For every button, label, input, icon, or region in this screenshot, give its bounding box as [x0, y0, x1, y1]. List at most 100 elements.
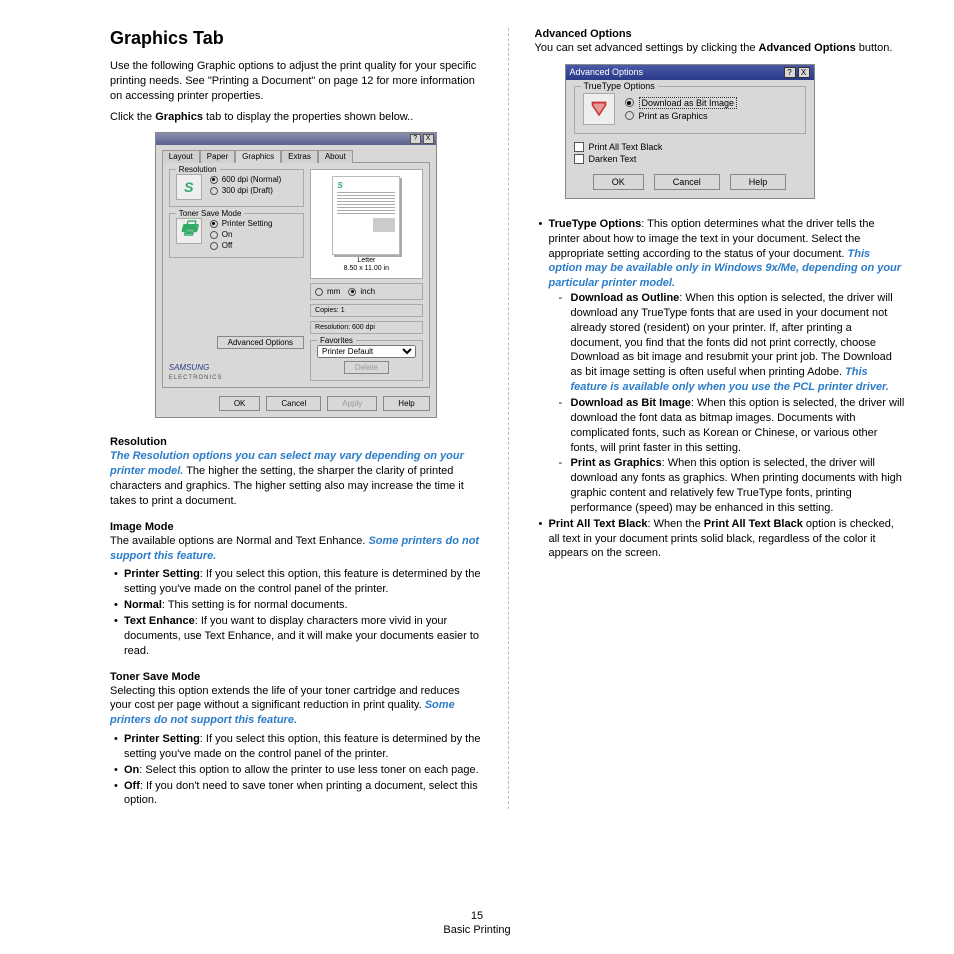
resolution-info: Resolution: 600 dpi — [310, 321, 423, 334]
term: Printer Setting — [124, 568, 200, 580]
label: Download as Bit Image — [639, 97, 738, 109]
term: Off — [124, 780, 140, 792]
tab-graphics[interactable]: Graphics — [235, 150, 281, 163]
term: On — [124, 764, 139, 776]
page-footer: 15 Basic Printing — [0, 910, 954, 936]
tab-about[interactable]: About — [318, 150, 353, 163]
help-window-button[interactable]: ? — [784, 67, 796, 78]
term: Printer Setting — [124, 733, 200, 745]
label: 600 dpi (Normal) — [222, 175, 282, 184]
term: Advanced Options — [759, 42, 856, 54]
dialog-titlebar: ? X — [156, 133, 436, 145]
graphics-word: Graphics — [155, 111, 203, 123]
tab-extras[interactable]: Extras — [281, 150, 318, 163]
delete-button[interactable]: Delete — [344, 361, 389, 374]
legend: Toner Save Mode — [176, 209, 245, 218]
image-mode-heading: Image Mode — [110, 521, 482, 533]
paper-size: 8.50 x 11.00 in — [344, 265, 389, 272]
close-window-button[interactable]: X — [423, 134, 434, 144]
legend: Resolution — [176, 165, 220, 174]
toner-save-paragraph: Selecting this option extends the life o… — [110, 684, 482, 729]
term: Text Enhance — [124, 615, 195, 627]
term: Print All Text Black — [549, 518, 648, 530]
dialog-tabs: Layout Paper Graphics Extras About — [156, 145, 436, 162]
radio-off[interactable]: Off — [210, 241, 273, 250]
term: Download as Bit Image — [571, 397, 691, 409]
advanced-options-button[interactable]: Advanced Options — [217, 336, 304, 349]
advanced-options-heading: Advanced Options — [535, 28, 907, 40]
radio-inch[interactable]: inch — [348, 287, 375, 296]
radio-on[interactable]: On — [210, 230, 273, 239]
label: 300 dpi (Draft) — [222, 186, 273, 195]
help-button[interactable]: Help — [730, 174, 787, 190]
paper-name: Letter — [357, 257, 375, 264]
legend: TrueType Options — [581, 81, 658, 91]
radio-printer-setting[interactable]: Printer Setting — [210, 219, 273, 228]
legend: Favorites — [317, 336, 356, 345]
graphics-dialog: ? X Layout Paper Graphics Extras About R… — [155, 132, 437, 418]
text: tab to display the properties shown belo… — [203, 111, 413, 123]
label: On — [222, 230, 233, 239]
tab-layout[interactable]: Layout — [162, 150, 200, 163]
advanced-options-paragraph: You can set advanced settings by clickin… — [535, 41, 907, 56]
paper-preview: S Letter8.50 x 11.00 in — [310, 169, 423, 279]
label: mm — [327, 287, 340, 296]
radio-300dpi[interactable]: 300 dpi (Draft) — [210, 186, 282, 195]
text: : This setting is for normal documents. — [162, 599, 348, 611]
favorites-group: Favorites Printer Default Delete — [310, 340, 423, 381]
text: button. — [856, 42, 893, 54]
radio-mm[interactable]: mm — [315, 287, 340, 296]
tab-paper[interactable]: Paper — [200, 150, 235, 163]
toner-save-list: Printer Setting: If you select this opti… — [110, 732, 482, 808]
samsung-logo: SAMSUNGELECTRONICS — [169, 363, 304, 381]
term: Print as Graphics — [571, 457, 662, 469]
resolution-heading: Resolution — [110, 436, 482, 448]
text: : If you don't need to save toner when p… — [124, 780, 478, 807]
text: : When the — [648, 518, 704, 530]
text: Click the — [110, 111, 155, 123]
apply-button[interactable]: Apply — [327, 396, 377, 411]
sub-list: Download as Outline: When this option is… — [557, 291, 907, 516]
favorites-select[interactable]: Printer Default — [317, 345, 416, 358]
page-title: Graphics Tab — [110, 28, 482, 49]
check-print-all-black[interactable]: Print All Text Black — [574, 142, 806, 152]
ok-button[interactable]: OK — [593, 174, 644, 190]
list-item: TrueType Options: This option determines… — [535, 217, 907, 516]
copies-info: Copies: 1 — [310, 304, 423, 317]
list-item: Print All Text Black: When the Print All… — [535, 517, 907, 562]
check-darken-text[interactable]: Darken Text — [574, 154, 806, 164]
close-window-button[interactable]: X — [798, 67, 810, 78]
radio-download-bit-image[interactable]: Download as Bit Image — [625, 97, 738, 109]
truetype-group: TrueType Options Download as Bit Image P… — [574, 86, 806, 134]
dialog-titlebar: Advanced Options ? X — [566, 65, 814, 80]
text: Selecting this option extends the life o… — [110, 685, 460, 712]
text: You can set advanced settings by clickin… — [535, 42, 759, 54]
ok-button[interactable]: OK — [219, 396, 261, 411]
resolution-paragraph: The Resolution options you can select ma… — [110, 449, 482, 508]
term: Download as Outline — [571, 292, 680, 304]
help-window-button[interactable]: ? — [410, 134, 421, 144]
resolution-icon: S — [176, 174, 202, 200]
truetype-icon — [583, 93, 615, 125]
unit-selector: mm inch — [310, 283, 423, 300]
term: Normal — [124, 599, 162, 611]
label: Darken Text — [589, 154, 637, 164]
toner-icon: 🖶 — [176, 218, 202, 244]
radio-600dpi[interactable]: 600 dpi (Normal) — [210, 175, 282, 184]
resolution-group: Resolution S 600 dpi (Normal) 300 dpi (D… — [169, 169, 304, 207]
cancel-button[interactable]: Cancel — [266, 396, 321, 411]
intro-paragraph-1: Use the following Graphic options to adj… — [110, 59, 482, 104]
toner-save-group: Toner Save Mode 🖶 Printer Setting On Off — [169, 213, 304, 258]
image-mode-paragraph: The available options are Normal and Tex… — [110, 534, 482, 564]
radio-print-as-graphics[interactable]: Print as Graphics — [625, 111, 738, 121]
cancel-button[interactable]: Cancel — [654, 174, 720, 190]
label: Printer Setting — [222, 219, 273, 228]
advanced-options-list: TrueType Options: This option determines… — [535, 217, 907, 561]
label: inch — [360, 287, 375, 296]
section-name: Basic Printing — [0, 924, 954, 936]
preview-s: S — [337, 181, 395, 190]
label: Print All Text Black — [589, 142, 663, 152]
toner-save-heading: Toner Save Mode — [110, 671, 482, 683]
help-button[interactable]: Help — [383, 396, 429, 411]
advanced-options-dialog: Advanced Options ? X TrueType Options Do… — [565, 64, 815, 199]
